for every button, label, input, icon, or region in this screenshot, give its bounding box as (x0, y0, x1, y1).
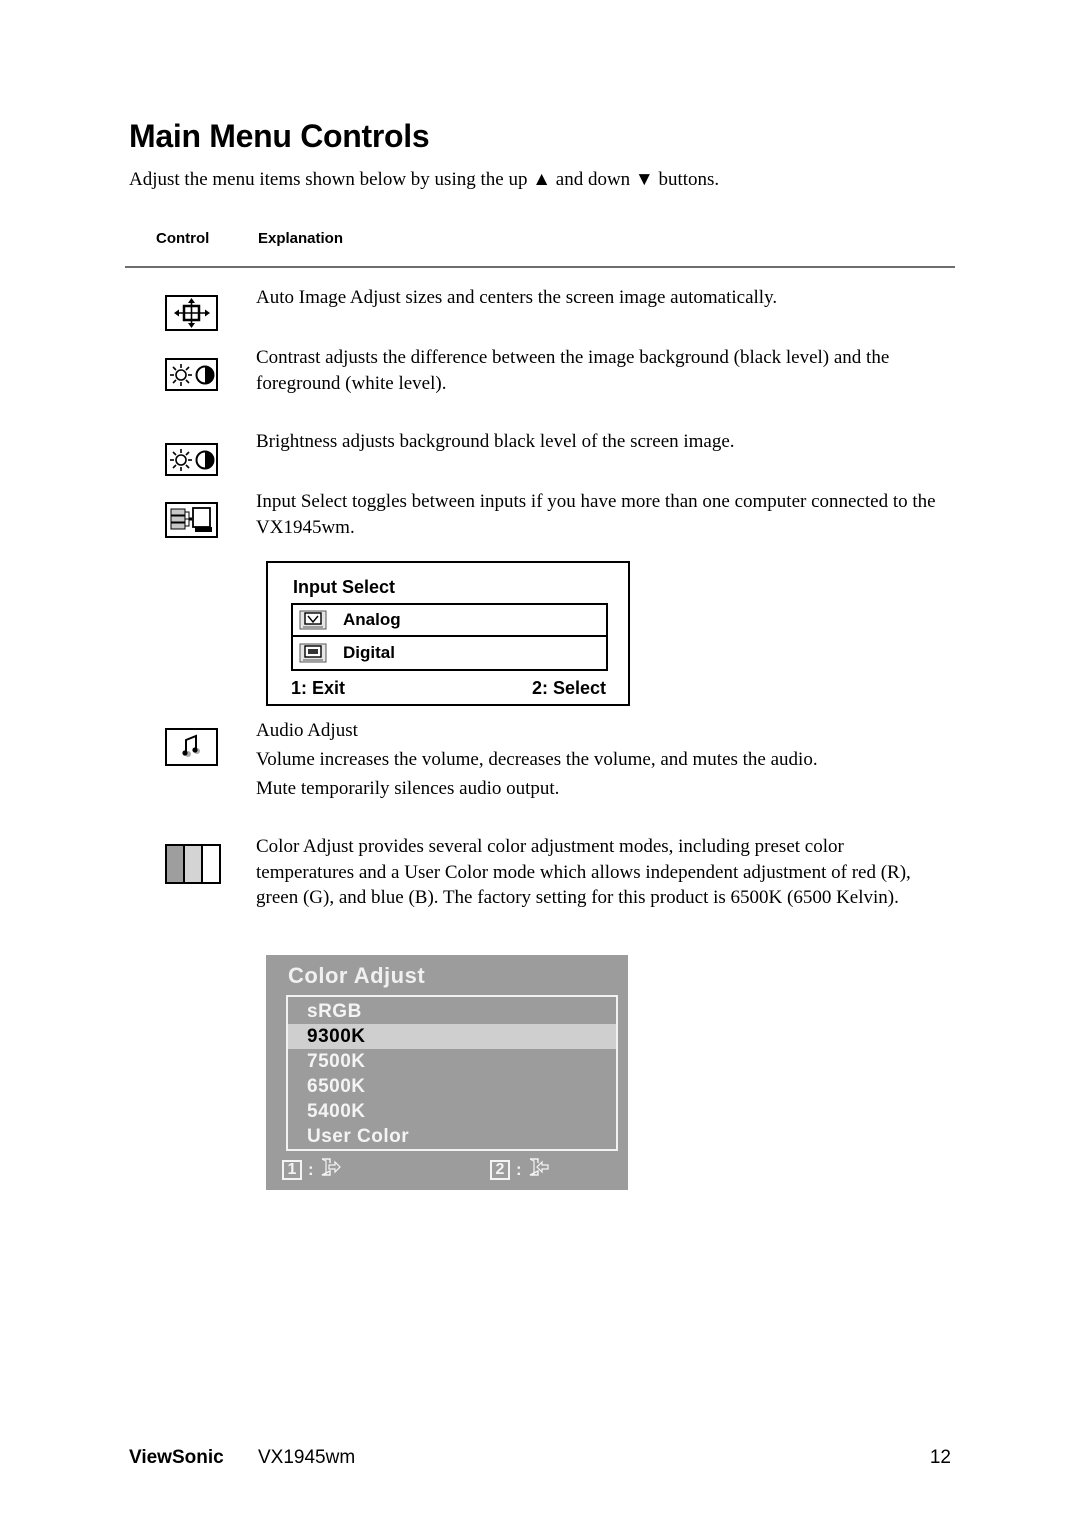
color-adjust-icon (165, 844, 221, 884)
analog-monitor-icon (298, 609, 328, 631)
color-mode-9300k[interactable]: 9300K (288, 1024, 616, 1049)
input-option-label: Analog (343, 610, 401, 629)
separator: : (516, 1159, 522, 1179)
enter-door-icon (528, 1158, 550, 1181)
audio-volume-text: Volume increases the volume, decreases t… (256, 749, 818, 770)
audio-mute-text: Mute temporarily silences audio output. (256, 778, 560, 799)
footer-model: VX1945wm (258, 1447, 356, 1468)
explanation-input-select: Input Select toggles between inputs if y… (256, 491, 936, 538)
separator: : (308, 1159, 314, 1179)
explanation-brightness: Brightness adjusts background black leve… (256, 431, 735, 452)
intro-part: Adjust the menu items shown below by usi… (129, 169, 533, 190)
color-mode-user-color[interactable]: User Color (288, 1124, 616, 1149)
digital-monitor-icon (298, 642, 328, 664)
exit-door-icon (320, 1158, 342, 1181)
explanation-contrast: Contrast adjusts the difference between … (256, 347, 890, 394)
color-mode-6500k[interactable]: 6500K (288, 1074, 616, 1099)
brightness-icon (165, 443, 218, 476)
contrast-icon (165, 358, 218, 391)
audio-adjust-title: Audio Adjust (256, 720, 358, 741)
color-adjust-osd-panel: Color Adjust sRGB 9300K 7500K 6500K 5400… (266, 955, 628, 1190)
osd-select-hint: 2: Select (531, 678, 606, 698)
color-mode-list: sRGB 9300K 7500K 6500K 5400K User Color (286, 995, 618, 1151)
input-select-osd-panel: Input Select Analog Digital 1: Exit 2: S… (266, 561, 630, 706)
intro-part: buttons. (653, 169, 720, 190)
up-arrow-icon: ▲ (532, 169, 552, 190)
color-mode-7500k[interactable]: 7500K (288, 1049, 616, 1074)
header-divider (125, 266, 955, 268)
explanation-auto-image-adjust: Auto Image Adjust sizes and centers the … (256, 287, 778, 308)
footer-brand: ViewSonic (129, 1447, 224, 1468)
intro-part: and down (551, 169, 635, 190)
explanation-color-adjust: Color Adjust provides several color adju… (256, 836, 911, 908)
column-header-explanation: Explanation (258, 230, 344, 247)
osd-exit-hint: 1: Exit (291, 678, 346, 698)
input-source-list: Analog Digital (291, 603, 608, 671)
audio-adjust-icon (165, 728, 218, 766)
column-header-control: Control (156, 230, 210, 247)
input-option-label: Digital (343, 643, 395, 662)
explanation-audio-adjust: Audio Adjust Volume increases the volume… (256, 718, 956, 802)
color-mode-srgb[interactable]: sRGB (288, 999, 616, 1024)
page-title: Main Menu Controls (129, 118, 430, 154)
color-mode-5400k[interactable]: 5400K (288, 1099, 616, 1124)
input-select-icon (165, 502, 218, 538)
osd-title: Color Adjust (288, 963, 426, 988)
osd-key-1-hint: 1 : (282, 1158, 342, 1181)
page-number: 12 (929, 1447, 951, 1468)
osd-key-2-hint: 2 : (490, 1158, 550, 1181)
input-option-analog[interactable]: Analog (293, 605, 606, 637)
intro-text: Adjust the menu items shown below by usi… (129, 169, 719, 191)
key-1-box: 1 (282, 1159, 302, 1180)
input-option-digital[interactable]: Digital (293, 637, 606, 669)
key-2-box: 2 (490, 1159, 510, 1180)
down-arrow-icon: ▼ (634, 169, 654, 190)
auto-image-adjust-icon (165, 295, 218, 331)
osd-title: Input Select (293, 577, 396, 597)
